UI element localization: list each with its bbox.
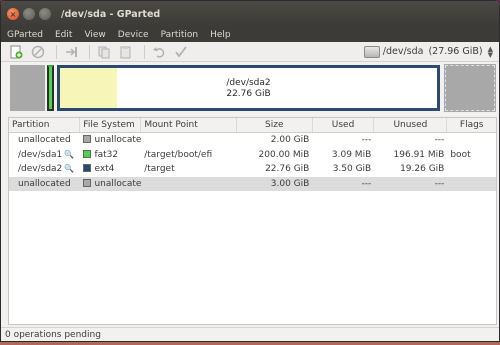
mount-cell: /target	[144, 164, 175, 174]
col-mount-point[interactable]: Mount Point	[141, 118, 237, 132]
diskmap-sda1[interactable]	[47, 65, 54, 111]
partition-cell: /dev/sda2 🔍	[9, 162, 80, 177]
diskmap-sda2-name: /dev/sda2	[226, 78, 271, 88]
col-used[interactable]: Used	[313, 118, 375, 132]
diskmap-sda2-label: /dev/sda2 22.76 GiB	[60, 78, 437, 100]
toolbar-separator	[144, 44, 145, 59]
menu-help[interactable]: Help	[210, 30, 231, 40]
key-icon: 🔍	[64, 149, 75, 159]
fs-cell: unallocated	[80, 177, 141, 192]
table-header: Partition File System Mount Point Size U…	[9, 118, 496, 133]
undo-icon	[153, 46, 165, 58]
fs-color-swatch	[83, 149, 92, 158]
menu-edit[interactable]: Edit	[55, 30, 72, 40]
used-cell: ---	[361, 135, 372, 145]
device-label: /dev/sda	[382, 46, 424, 57]
size-cell: 2.00 GiB	[270, 135, 310, 145]
status-bar: 0 operations pending	[1, 327, 499, 341]
maximize-icon[interactable]	[39, 8, 51, 20]
fs-label: fat32	[94, 149, 119, 160]
flags-cell	[447, 162, 496, 177]
diskmap-sda2[interactable]: /dev/sda2 22.76 GiB	[57, 65, 440, 111]
resize-move-button[interactable]	[62, 44, 80, 60]
size-cell: 200.00 MiB	[258, 149, 310, 160]
partition-label: /dev/sda1	[18, 149, 63, 160]
mount-cell	[141, 133, 236, 148]
size-cell: 22.76 GiB	[265, 164, 310, 174]
menu-partition[interactable]: Partition	[161, 30, 199, 40]
col-file-system[interactable]: File System	[80, 118, 142, 132]
copy-button[interactable]	[95, 44, 113, 60]
menu-bar: GParted Edit View Device Partition Help	[1, 27, 499, 42]
partition-label: /dev/sda2	[18, 164, 63, 174]
toolbar-separator	[56, 44, 57, 59]
unused-cell: 196.91 MiB	[393, 149, 445, 160]
mount-cell: /target/boot/efi	[144, 149, 213, 160]
fs-label: unallocated	[94, 178, 142, 189]
menu-view[interactable]: View	[84, 30, 105, 40]
new-partition-icon	[10, 45, 23, 58]
diskmap-unallocated-1[interactable]	[10, 65, 45, 111]
paste-button[interactable]	[117, 44, 135, 60]
delete-partition-button[interactable]	[29, 44, 47, 60]
flags-cell	[447, 177, 496, 192]
col-flags[interactable]: Flags	[447, 118, 496, 132]
up-down-arrows-icon: ▲ ▼	[487, 44, 493, 59]
hard-disk-icon	[363, 45, 380, 58]
toolbar: /dev/sda (27.96 GiB) ▲ ▼	[1, 42, 499, 62]
delete-icon	[31, 45, 45, 58]
diskmap-unallocated-2[interactable]	[444, 64, 496, 112]
menu-device[interactable]: Device	[118, 30, 149, 40]
fs-cell: fat32	[80, 148, 141, 163]
minimize-icon[interactable]	[23, 8, 35, 20]
menu-gparted[interactable]: GParted	[7, 30, 43, 40]
fs-color-swatch	[83, 164, 92, 172]
checkmark-icon	[175, 45, 187, 57]
device-selector[interactable]: /dev/sda (27.96 GiB) ▲ ▼	[363, 44, 493, 59]
diskmap-sda2-size: 22.76 GiB	[226, 89, 271, 99]
flags-cell	[447, 133, 496, 148]
unused-cell: ---	[434, 178, 445, 189]
fs-color-swatch	[83, 178, 92, 187]
partition-table: Partition File System Mount Point Size U…	[8, 117, 497, 325]
table-row-selected[interactable]: unallocated unallocated 3.00 GiB --- ---	[9, 176, 496, 192]
unused-cell: ---	[434, 135, 445, 145]
fs-label: unallocated	[94, 135, 142, 145]
apply-button[interactable]	[172, 44, 190, 60]
resize-move-icon	[66, 46, 77, 57]
device-size: (27.96 GiB)	[428, 46, 483, 57]
gparted-window: × /dev/sda - GParted GParted Edit View D…	[0, 0, 500, 342]
used-cell: ---	[361, 178, 372, 189]
fs-cell: unallocated	[80, 133, 141, 148]
title-bar: × /dev/sda - GParted	[1, 1, 499, 27]
table-row[interactable]: /dev/sda1 🔍 fat32 /target/boot/efi 200.00…	[9, 148, 496, 163]
undo-button[interactable]	[150, 44, 168, 60]
partition-cell: /dev/sda1 🔍	[9, 148, 80, 163]
disk-map: /dev/sda2 22.76 GiB	[10, 64, 496, 112]
paste-icon	[120, 45, 131, 58]
col-size[interactable]: Size	[237, 118, 313, 132]
used-cell: 3.09 MiB	[331, 149, 372, 160]
close-icon[interactable]: ×	[7, 8, 19, 20]
table-row[interactable]: /dev/sda2 🔍 ext4 /target 22.76 GiB 3.50 G…	[9, 162, 496, 177]
unused-cell: 19.26 GiB	[400, 164, 445, 174]
new-partition-button[interactable]	[7, 44, 25, 60]
partition-cell: unallocated	[18, 135, 71, 145]
mount-cell	[141, 177, 236, 192]
key-icon: 🔍	[64, 164, 75, 173]
window-title: /dev/sda - GParted	[61, 8, 161, 20]
col-unused[interactable]: Unused	[374, 118, 448, 132]
size-cell: 3.00 GiB	[270, 178, 310, 189]
copy-icon	[98, 46, 110, 58]
table-row[interactable]: unallocated unallocated 2.00 GiB --- ---	[9, 133, 496, 148]
toolbar-separator	[89, 44, 90, 59]
flags-cell: boot	[450, 149, 471, 160]
partition-cell: unallocated	[18, 178, 71, 189]
col-partition[interactable]: Partition	[9, 118, 81, 132]
fs-color-swatch	[83, 135, 92, 143]
fs-label: ext4	[94, 164, 115, 174]
used-cell: 3.50 GiB	[332, 164, 372, 174]
fs-cell: ext4	[80, 162, 141, 177]
